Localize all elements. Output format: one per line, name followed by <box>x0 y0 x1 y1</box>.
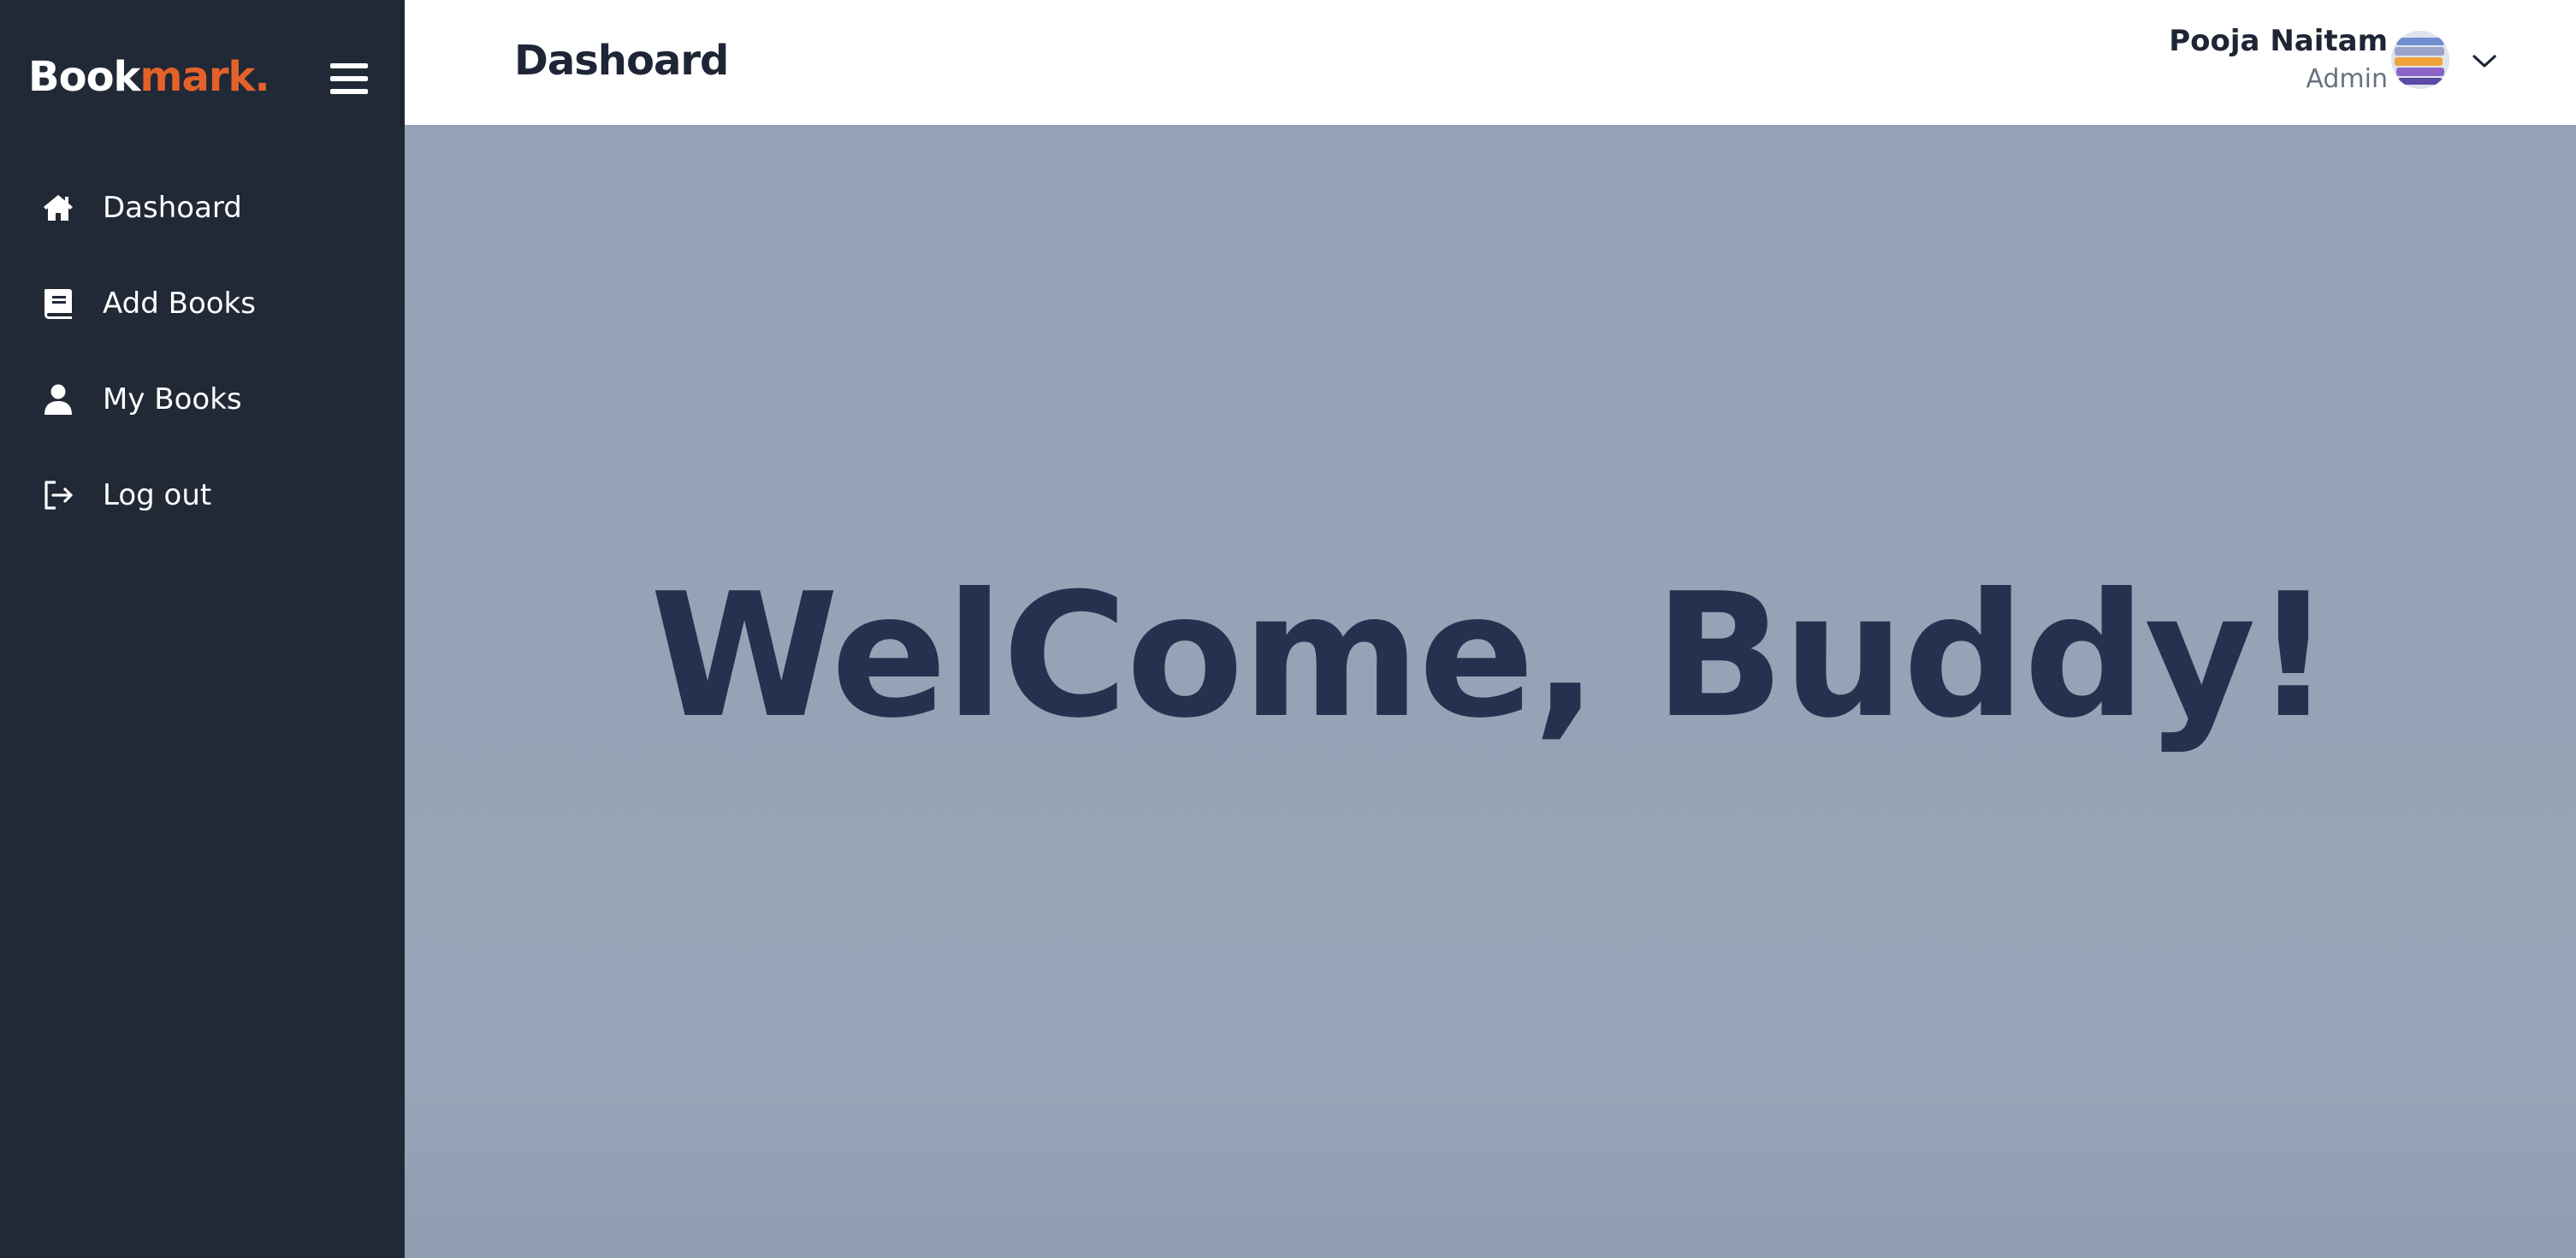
user-menu-dropdown[interactable] <box>2470 48 2499 74</box>
top-bar: Dashoard Pooja Naitam Admin <box>405 0 2576 125</box>
menu-toggle-button[interactable] <box>329 60 370 97</box>
brand-logo-accent: mark. <box>139 53 269 101</box>
user-role: Admin <box>2306 64 2388 94</box>
sidebar-item-dashboard[interactable]: Dashoard <box>0 168 405 247</box>
user-name: Pooja Naitam <box>2169 24 2388 58</box>
brand-logo[interactable]: Bookmark. <box>28 50 270 104</box>
page-title: Dashoard <box>514 37 729 85</box>
logout-icon <box>44 481 73 510</box>
sidebar-item-logout[interactable]: Log out <box>0 456 405 535</box>
sidebar-item-label: My Books <box>103 382 242 416</box>
sidebar: Bookmark. Dashoard Add Books My Books Lo… <box>0 0 405 1258</box>
main-content: WelCome, Buddy! <box>405 125 2576 1258</box>
sidebar-item-label: Log out <box>103 478 212 512</box>
avatar[interactable] <box>2391 31 2449 89</box>
book-icon <box>44 289 72 319</box>
hamburger-icon <box>330 63 368 94</box>
sidebar-item-label: Add Books <box>103 286 256 321</box>
user-icon <box>44 384 72 415</box>
chevron-down-icon <box>2472 55 2496 68</box>
brand-logo-text: Book <box>28 53 140 101</box>
sidebar-item-my-books[interactable]: My Books <box>0 360 405 439</box>
sidebar-item-add-books[interactable]: Add Books <box>0 264 405 343</box>
home-icon <box>44 195 73 221</box>
books-stack-icon <box>2391 31 2449 89</box>
sidebar-item-label: Dashoard <box>103 191 242 225</box>
welcome-heading: WelCome, Buddy! <box>649 557 2332 756</box>
